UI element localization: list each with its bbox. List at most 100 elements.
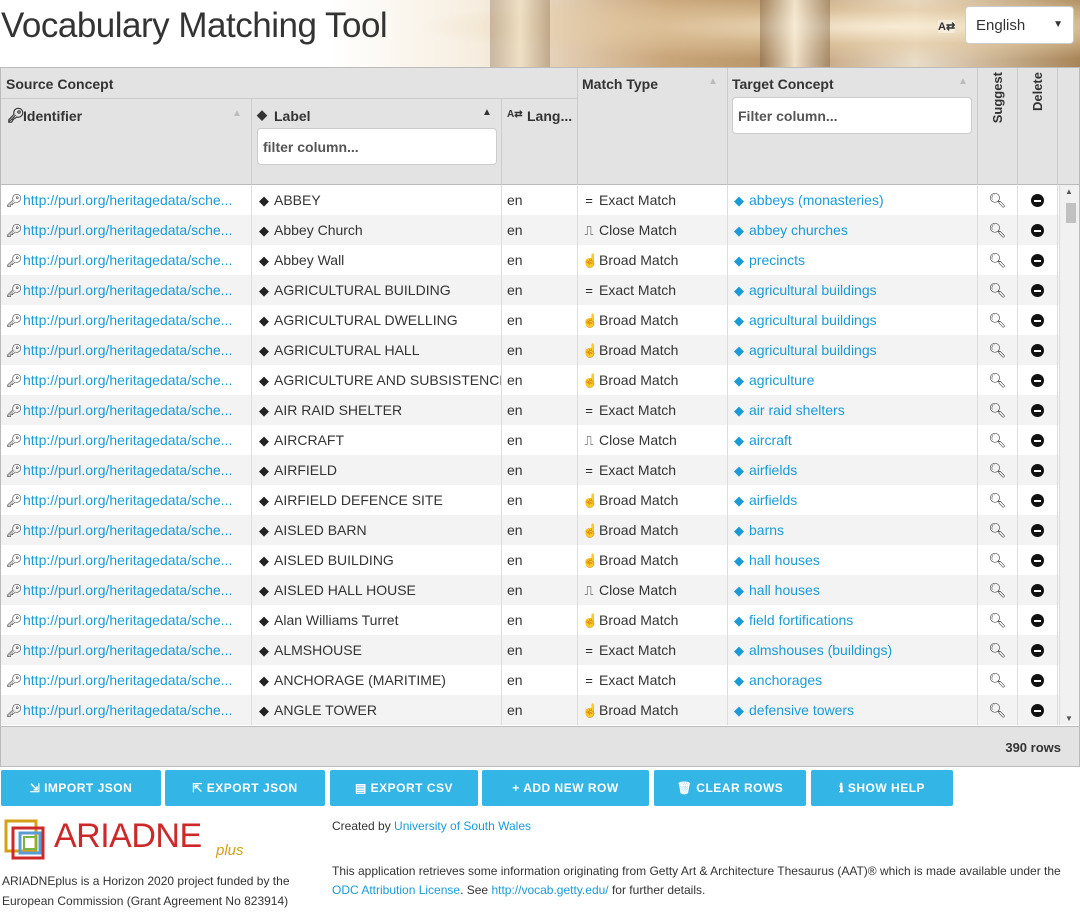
identifier-link[interactable]: http://purl.org/heritagedata/sche... [23,282,232,298]
match-type-cell[interactable]: ☝Broad Match [578,545,728,575]
identifier-link[interactable]: http://purl.org/heritagedata/sche... [23,252,232,268]
import-json-button[interactable]: ⇲ IMPORT JSON [1,770,161,806]
label-cell[interactable]: ◆ ABBEY [252,185,502,215]
label-cell[interactable]: ◆ AISLED BARN [252,515,502,545]
identifier-link[interactable]: http://purl.org/heritagedata/sche... [23,462,232,478]
lang-cell[interactable]: en [502,455,578,485]
label-cell[interactable]: ◆ Abbey Church [252,215,502,245]
lang-cell[interactable]: en [502,635,578,665]
lang-cell[interactable]: en [502,185,578,215]
minus-circle-icon[interactable] [1031,674,1044,687]
getty-link[interactable]: http://vocab.getty.edu/ [491,883,608,897]
lang-cell[interactable]: en [502,425,578,455]
target-concept-link[interactable]: agricultural buildings [749,282,877,298]
identifier-link[interactable]: http://purl.org/heritagedata/sche... [23,432,232,448]
target-concept-link[interactable]: airfields [749,492,797,508]
scroll-up-icon[interactable]: ▲ [1065,187,1073,196]
lang-cell[interactable]: en [502,605,578,635]
search-icon[interactable]: 🔍︎ [989,222,1007,238]
match-type-cell[interactable]: = Exact Match [578,185,728,215]
match-type-cell[interactable]: = Exact Match [578,395,728,425]
clear-rows-button[interactable]: 🗑︎ CLEAR ROWS [654,770,806,806]
match-type-cell[interactable]: ☝Broad Match [578,365,728,395]
match-type-cell[interactable]: ⎍ Close Match [578,425,728,455]
target-concept-link[interactable]: aircraft [749,432,792,448]
sort-asc-icon[interactable]: ▲ [232,108,242,119]
label-cell[interactable]: ◆ AGRICULTURAL BUILDING [252,275,502,305]
sort-asc-icon[interactable]: ▲ [708,76,718,87]
lang-cell[interactable]: en [502,215,578,245]
search-icon[interactable]: 🔍︎ [989,462,1007,478]
header-lang[interactable]: A⇄ Lang... [502,99,578,185]
minus-circle-icon[interactable] [1031,254,1044,267]
match-type-cell[interactable]: = Exact Match [578,455,728,485]
target-concept-link[interactable]: hall houses [749,582,820,598]
header-match-type[interactable]: Match Type ▲ [578,68,728,185]
scroll-down-icon[interactable]: ▼ [1065,714,1073,723]
target-concept-link[interactable]: almshouses (buildings) [749,642,892,658]
lang-cell[interactable]: en [502,695,578,725]
match-type-cell[interactable]: ☝Broad Match [578,335,728,365]
target-concept-link[interactable]: anchorages [749,672,822,688]
match-type-cell[interactable]: ☝Broad Match [578,605,728,635]
identifier-link[interactable]: http://purl.org/heritagedata/sche... [23,402,232,418]
identifier-link[interactable]: http://purl.org/heritagedata/sche... [23,222,232,238]
match-type-cell[interactable]: = Exact Match [578,275,728,305]
identifier-link[interactable]: http://purl.org/heritagedata/sche... [23,642,232,658]
export-csv-button[interactable]: ▤ EXPORT CSV [330,770,478,806]
show-help-button[interactable]: ℹ SHOW HELP [811,770,953,806]
target-concept-link[interactable]: defensive towers [749,702,854,718]
search-icon[interactable]: 🔍︎ [989,612,1007,628]
search-icon[interactable]: 🔍︎ [989,282,1007,298]
scrollbar-thumb[interactable] [1066,203,1076,223]
lang-cell[interactable]: en [502,515,578,545]
search-icon[interactable]: 🔍︎ [989,432,1007,448]
search-icon[interactable]: 🔍︎ [989,192,1007,208]
label-cell[interactable]: ◆ AIR RAID SHELTER [252,395,502,425]
target-concept-link[interactable]: agricultural buildings [749,342,877,358]
lang-cell[interactable]: en [502,275,578,305]
target-concept-link[interactable]: agriculture [749,372,814,388]
vertical-scrollbar[interactable]: ▲ ▼ [1059,185,1079,725]
identifier-link[interactable]: http://purl.org/heritagedata/sche... [23,192,232,208]
minus-circle-icon[interactable] [1031,524,1044,537]
identifier-link[interactable]: http://purl.org/heritagedata/sche... [23,612,232,628]
label-cell[interactable]: ◆ ANGLE TOWER [252,695,502,725]
minus-circle-icon[interactable] [1031,554,1044,567]
minus-circle-icon[interactable] [1031,584,1044,597]
lang-cell[interactable]: en [502,485,578,515]
match-type-cell[interactable]: ☝Broad Match [578,695,728,725]
minus-circle-icon[interactable] [1031,224,1044,237]
identifier-link[interactable]: http://purl.org/heritagedata/sche... [23,672,232,688]
search-icon[interactable]: 🔍︎ [989,702,1007,718]
label-cell[interactable]: ◆ Alan Williams Turret [252,605,502,635]
minus-circle-icon[interactable] [1031,464,1044,477]
sort-asc-icon[interactable]: ▲ [958,76,968,87]
search-icon[interactable]: 🔍︎ [989,492,1007,508]
minus-circle-icon[interactable] [1031,404,1044,417]
minus-circle-icon[interactable] [1031,704,1044,717]
language-select[interactable]: English ▼ [965,6,1074,44]
target-concept-link[interactable]: airfields [749,462,797,478]
match-type-cell[interactable]: = Exact Match [578,665,728,695]
identifier-link[interactable]: http://purl.org/heritagedata/sche... [23,702,232,718]
search-icon[interactable]: 🔍︎ [989,252,1007,268]
header-identifier[interactable]: 🔑︎ Identifier ▲ [1,99,252,185]
search-icon[interactable]: 🔍︎ [989,522,1007,538]
target-concept-link[interactable]: barns [749,522,784,538]
label-cell[interactable]: ◆ Abbey Wall [252,245,502,275]
target-concept-link[interactable]: abbey churches [749,222,848,238]
label-cell[interactable]: ◆ AIRFIELD [252,455,502,485]
target-concept-link[interactable]: hall houses [749,552,820,568]
search-icon[interactable]: 🔍︎ [989,372,1007,388]
search-icon[interactable]: 🔍︎ [989,342,1007,358]
match-type-cell[interactable]: = Exact Match [578,635,728,665]
match-type-cell[interactable]: ☝Broad Match [578,515,728,545]
target-concept-link[interactable]: agricultural buildings [749,312,877,328]
target-concept-link[interactable]: abbeys (monasteries) [749,192,884,208]
search-icon[interactable]: 🔍︎ [989,312,1007,328]
search-icon[interactable]: 🔍︎ [989,672,1007,688]
match-type-cell[interactable]: ☝Broad Match [578,245,728,275]
minus-circle-icon[interactable] [1031,434,1044,447]
minus-circle-icon[interactable] [1031,494,1044,507]
